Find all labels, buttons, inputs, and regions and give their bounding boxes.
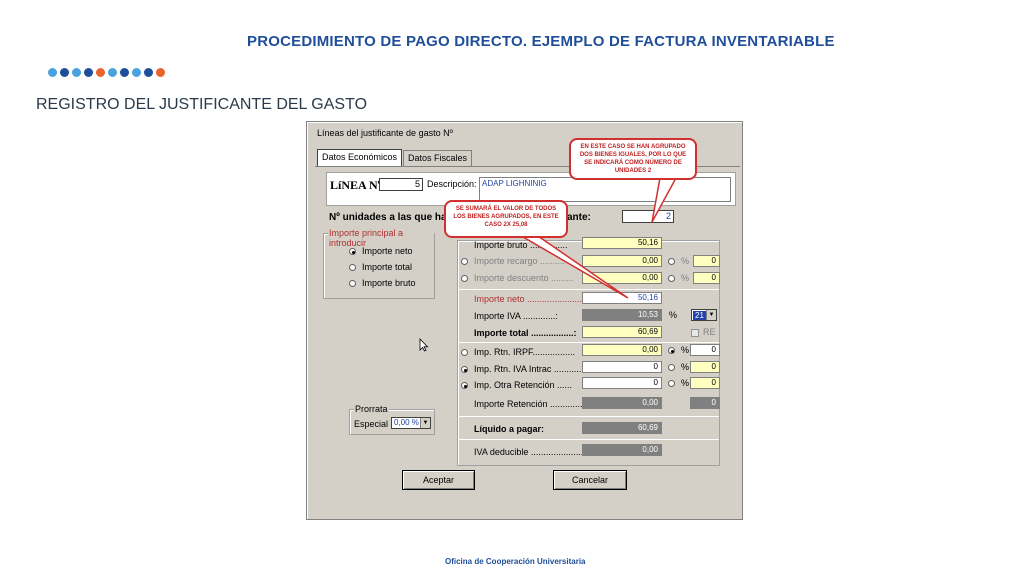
decorative-dot: [72, 68, 81, 77]
units-callout: EN ESTE CASO SE HAN AGRUPADO DOS BIENES …: [569, 138, 697, 180]
footer-text: Oficina de Cooperación Universitaria: [445, 557, 586, 566]
recargo-pct-option[interactable]: %: [668, 256, 689, 266]
liquido-label: Líquido a pagar:: [474, 424, 545, 434]
liquido-field: 60,69: [582, 422, 662, 434]
chevron-down-icon[interactable]: ▼: [706, 310, 716, 320]
prorrata-label: Especial: [354, 419, 389, 429]
separator: [459, 342, 719, 343]
importe-total-label: Importe total .................:: [474, 328, 577, 338]
otra-retencion-pct-option[interactable]: %: [668, 378, 689, 388]
importe-recargo-field[interactable]: 0,00: [582, 255, 662, 267]
radio-importe-neto[interactable]: Importe neto: [349, 246, 413, 256]
radio-importe-total[interactable]: Importe total: [349, 262, 412, 272]
units-label: Nº unidades a las que hac: [329, 212, 453, 223]
decorative-dots: [48, 68, 165, 77]
radio-button[interactable]: [461, 258, 468, 266]
radio-importe-bruto[interactable]: Importe bruto: [349, 278, 416, 288]
linea-label: LíNEA Nº: [330, 178, 382, 192]
radio-button[interactable]: [668, 364, 675, 372]
importe-descuento-row[interactable]: Importe descuento .........: [461, 273, 574, 283]
descuento-pct-field[interactable]: 0: [693, 272, 720, 284]
separator: [459, 439, 719, 440]
otra-retencion-row[interactable]: Imp. Otra Retención ......: [461, 380, 572, 390]
decorative-dot: [132, 68, 141, 77]
tab-datos-fiscales[interactable]: Datos Fiscales: [403, 150, 473, 167]
iva-intrac-pct-field[interactable]: 0: [690, 361, 720, 373]
radio-button[interactable]: [349, 280, 356, 288]
separator: [459, 289, 719, 290]
slide-title: PROCEDIMIENTO DE PAGO DIRECTO. EJEMPLO D…: [247, 33, 835, 50]
radio-button[interactable]: [461, 275, 468, 283]
window-title: Líneas del justificante de gasto Nº: [317, 128, 453, 138]
iva-rate-select[interactable]: 21 ▼: [691, 309, 717, 321]
prorrata-value: 0,00 %: [394, 418, 419, 427]
decorative-dot: [60, 68, 69, 77]
prorrata-legend: Prorrata: [354, 404, 389, 414]
tab-datos-economicos[interactable]: Datos Económicos: [317, 149, 403, 167]
importe-bruto-field[interactable]: 50,16: [582, 237, 662, 249]
dialog-window: Líneas del justificante de gasto Nº Dato…: [306, 121, 743, 520]
iva-deducible-label: IVA deducible .........................: [474, 447, 594, 457]
radio-button[interactable]: [349, 264, 356, 272]
radio-button[interactable]: [668, 380, 675, 388]
irpf-pct-option[interactable]: %: [668, 345, 689, 355]
iva-intrac-row[interactable]: Imp. Rtn. IVA Intrac ............: [461, 364, 584, 374]
importe-retencion-label: Importe Retención ..............: [474, 399, 586, 409]
irpf-row[interactable]: Imp. Rtn. IRPF.................: [461, 347, 575, 357]
retencion-pct-field: 0: [690, 397, 720, 409]
importe-principal-legend: Importe principal a introducir: [328, 228, 434, 248]
importe-neto-label: Importe neto ......................: [474, 294, 583, 304]
radio-button[interactable]: [461, 382, 468, 390]
linea-number-field[interactable]: 5: [379, 178, 423, 191]
units-field[interactable]: 2: [622, 210, 674, 223]
description-value: ADAP LIGHNINIG: [482, 179, 547, 188]
otra-retencion-pct-field[interactable]: 0: [690, 377, 720, 389]
descuento-pct-option[interactable]: %: [668, 273, 689, 283]
importe-total-field[interactable]: 60,69: [582, 326, 662, 338]
importe-iva-label: Importe IVA .............:: [474, 311, 558, 321]
radio-button[interactable]: [668, 275, 675, 283]
prorrata-select[interactable]: 0,00 % ▼: [391, 417, 431, 429]
irpf-field[interactable]: 0,00: [582, 344, 662, 356]
cancel-button[interactable]: Cancelar: [553, 470, 627, 490]
section-title: REGISTRO DEL JUSTIFICANTE DEL GASTO: [36, 96, 368, 113]
decorative-dot: [48, 68, 57, 77]
sum-callout: SE SUMARÁ EL VALOR DE TODOS LOS BIENES A…: [444, 200, 568, 238]
decorative-dot: [144, 68, 153, 77]
iva-intrac-field[interactable]: 0: [582, 361, 662, 373]
separator: [459, 416, 719, 417]
iva-percent-symbol: %: [669, 310, 678, 320]
chevron-down-icon[interactable]: ▼: [420, 418, 430, 428]
arrow-cursor-icon: [419, 338, 429, 352]
importe-recargo-row[interactable]: Importe recargo ..........: [461, 256, 565, 266]
otra-retencion-field[interactable]: 0: [582, 377, 662, 389]
units-label-tail: ante:: [567, 212, 591, 223]
iva-intrac-pct-option[interactable]: %: [668, 362, 689, 372]
decorative-dot: [96, 68, 105, 77]
decorative-dot: [84, 68, 93, 77]
radio-button[interactable]: [668, 347, 675, 355]
importe-retencion-field: 0,00: [582, 397, 662, 409]
re-checkbox[interactable]: RE: [691, 327, 716, 337]
decorative-dot: [120, 68, 129, 77]
decorative-dot: [108, 68, 117, 77]
importe-neto-field[interactable]: 50,16: [582, 292, 662, 304]
radio-button[interactable]: [668, 258, 675, 266]
description-label: Descripción:: [427, 179, 477, 189]
radio-button[interactable]: [461, 366, 468, 374]
accept-button[interactable]: Aceptar: [402, 470, 475, 490]
decorative-dot: [156, 68, 165, 77]
iva-rate-value: 21: [693, 311, 706, 320]
radio-button[interactable]: [349, 248, 356, 256]
description-field[interactable]: ADAP LIGHNINIG: [479, 177, 731, 202]
importe-bruto-label: Importe bruto ...............: [474, 240, 568, 250]
importe-iva-field: 10,53: [582, 309, 662, 321]
importe-descuento-field[interactable]: 0,00: [582, 272, 662, 284]
recargo-pct-field[interactable]: 0: [693, 255, 720, 267]
checkbox[interactable]: [691, 328, 699, 337]
irpf-pct-field[interactable]: 0: [690, 344, 720, 356]
radio-button[interactable]: [461, 349, 468, 357]
iva-deducible-field: 0,00: [582, 444, 662, 456]
